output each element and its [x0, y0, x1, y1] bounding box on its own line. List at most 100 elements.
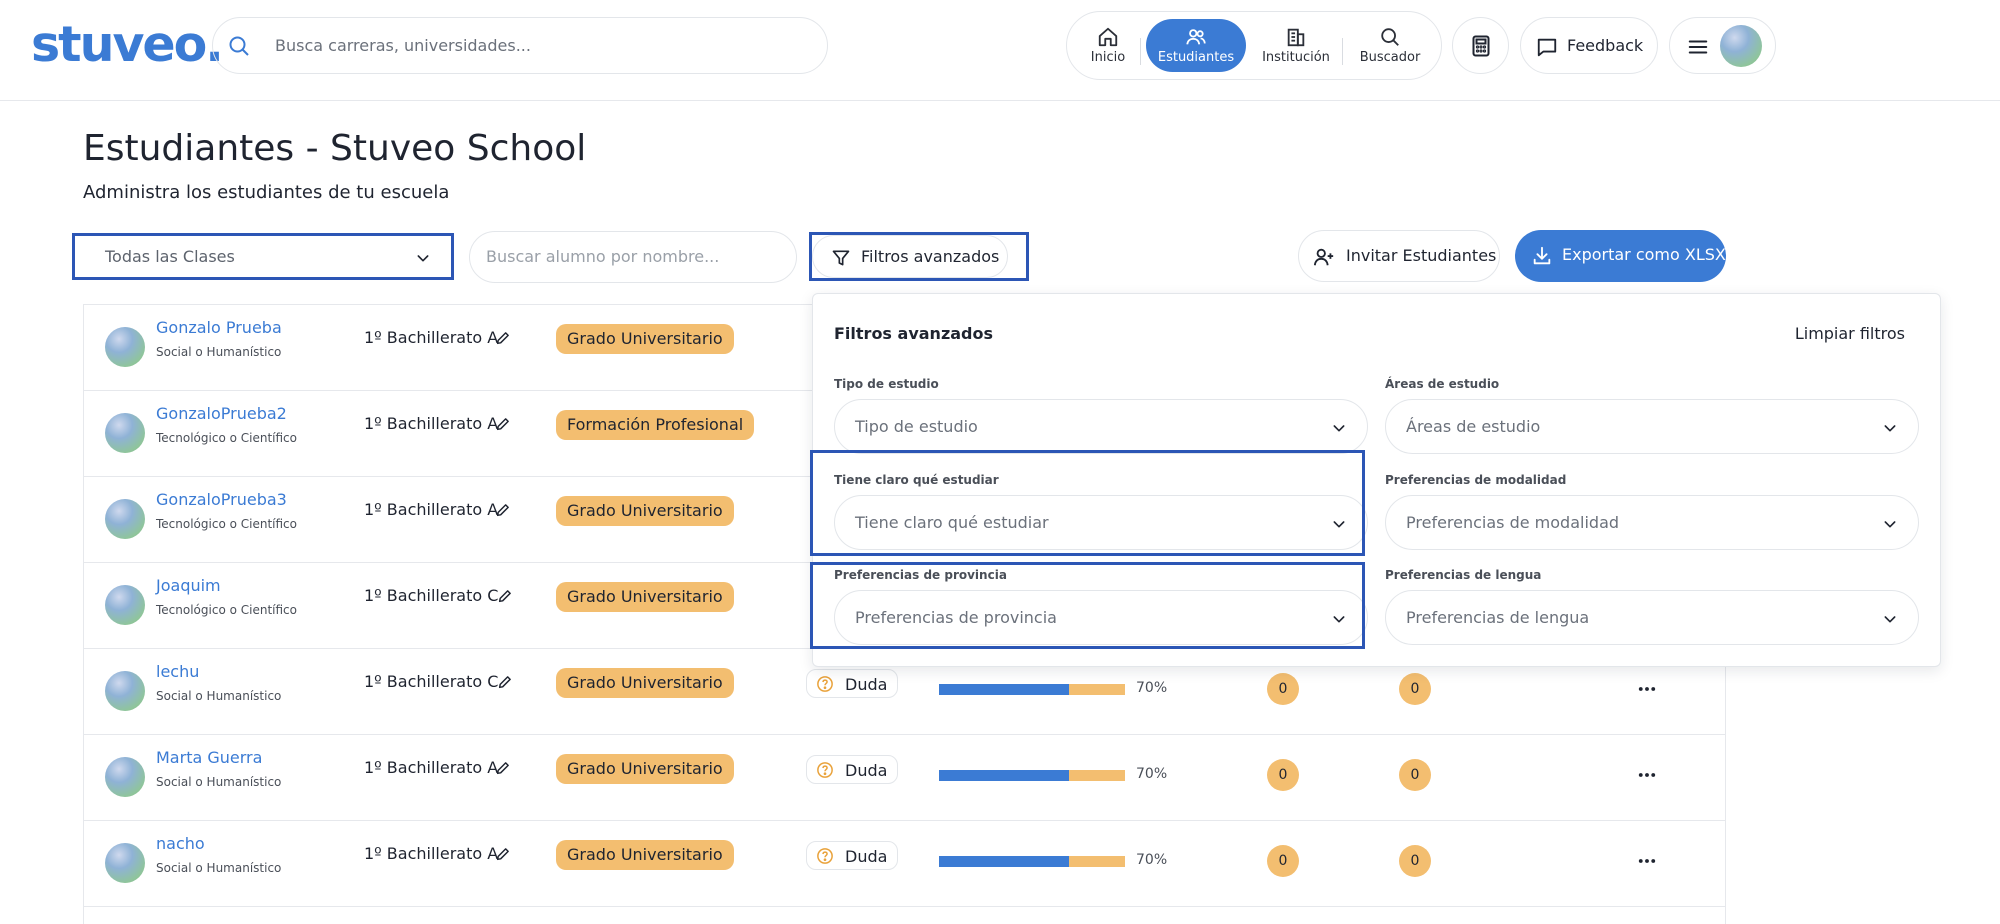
nav-divider [1342, 38, 1343, 65]
edit-class-pencil-icon[interactable] [495, 760, 511, 776]
student-avatar [105, 413, 145, 453]
edit-class-pencil-icon[interactable] [495, 846, 511, 862]
student-branch: Tecnológico o Científico [156, 603, 297, 617]
student-name-link[interactable]: Marta Guerra [156, 748, 262, 767]
modality-filter-label: Preferencias de modalidad [1385, 473, 1567, 487]
study-areas-filter-placeholder: Áreas de estudio [1406, 417, 1541, 436]
page-subtitle: Administra los estudiantes de tu escuela [83, 182, 450, 203]
user-avatar [1720, 25, 1762, 67]
student-name-link[interactable]: GonzaloPrueba2 [156, 404, 287, 423]
student-search-input[interactable]: Buscar alumno por nombre... [469, 231, 797, 283]
invite-students-button[interactable]: Invitar Estudiantes [1298, 230, 1500, 282]
building-icon [1250, 26, 1342, 48]
study-type-badge: Grado Universitario [556, 668, 734, 698]
language-filter-placeholder: Preferencias de lengua [1406, 608, 1590, 627]
study-type-badge: Grado Universitario [556, 840, 734, 870]
student-class: 1º Bachillerato A [364, 844, 499, 863]
student-avatar [105, 843, 145, 883]
global-search-placeholder: Busca carreras, universidades... [275, 36, 531, 55]
study-type-badge: Grado Universitario [556, 754, 734, 784]
student-name-link[interactable]: GonzaloPrueba3 [156, 490, 287, 509]
modality-filter-select[interactable]: Preferencias de modalidad [1385, 495, 1919, 550]
progress-bar-fill [939, 856, 1070, 867]
student-name-link[interactable]: Gonzalo Prueba [156, 318, 282, 337]
count-badge: 0 [1267, 845, 1299, 877]
count-badge: 0 [1399, 845, 1431, 877]
progress-bar [939, 770, 1125, 781]
user-menu-button[interactable] [1669, 17, 1776, 74]
count-badge: 0 [1399, 759, 1431, 791]
nav-institucion[interactable]: Institución [1250, 19, 1342, 72]
student-avatar [105, 671, 145, 711]
nav-inicio-label: Inicio [1090, 50, 1126, 65]
class-select[interactable]: Todas las Clases [72, 233, 454, 280]
student-branch: Social o Humanístico [156, 345, 282, 359]
student-name-link[interactable]: lechu [156, 662, 199, 681]
modality-filter-placeholder: Preferencias de modalidad [1406, 513, 1620, 532]
more-options-icon[interactable] [1637, 851, 1657, 871]
edit-class-pencil-icon[interactable] [495, 330, 511, 346]
nav-inicio[interactable]: Inicio [1080, 19, 1136, 72]
calculator-icon [1453, 34, 1508, 58]
count-badge: 0 [1267, 759, 1299, 791]
progress-percent: 70% [1136, 766, 1168, 782]
student-branch: Social o Humanístico [156, 775, 282, 789]
clear-filters-button[interactable]: Limpiar filtros [1795, 324, 1905, 343]
class-select-value: Todas las Clases [105, 247, 235, 266]
progress-percent: 70% [1136, 680, 1168, 696]
advanced-filters-button[interactable]: Filtros avanzados [809, 232, 1029, 281]
student-name-link[interactable]: nacho [156, 834, 205, 853]
study-type-badge: Formación Profesional [556, 410, 755, 440]
student-name-link[interactable]: Joaquim [156, 576, 221, 595]
search-icon [1348, 26, 1432, 48]
page-title: Estudiantes - Stuveo School [83, 128, 587, 169]
study-type-badge: Grado Universitario [556, 582, 734, 612]
nav-buscador[interactable]: Buscador [1348, 19, 1432, 72]
feedback-button[interactable]: Feedback [1520, 17, 1658, 74]
nav-estudiantes[interactable]: Estudiantes [1146, 19, 1246, 72]
edit-class-pencil-icon[interactable] [497, 674, 513, 690]
calculator-button[interactable] [1452, 17, 1509, 74]
student-avatar [105, 585, 145, 625]
student-class: 1º Bachillerato A [364, 500, 499, 519]
users-icon [1146, 26, 1246, 48]
table-row[interactable]: nacho Social o Humanístico 1º Bachillera… [84, 821, 1725, 907]
study-type-badge: Grado Universitario [556, 324, 734, 354]
export-xlsx-button[interactable]: Exportar como XLSX [1515, 230, 1726, 282]
study-areas-filter-select[interactable]: Áreas de estudio [1385, 399, 1919, 454]
study-type-filter-select[interactable]: Tipo de estudio [834, 399, 1368, 454]
export-xlsx-label: Exportar como XLSX [1562, 245, 1726, 264]
progress-bar-fill [939, 684, 1070, 695]
decision-status-label: Duda [845, 761, 888, 780]
advanced-filters-pill: Filtros avanzados [812, 235, 1008, 278]
student-branch: Social o Humanístico [156, 861, 282, 875]
edit-class-pencil-icon[interactable] [495, 416, 511, 432]
main-nav: Inicio Estudiantes Institución Buscador [1066, 11, 1442, 80]
advanced-filters-label: Filtros avanzados [861, 247, 1000, 266]
advanced-filters-panel: Filtros avanzados Limpiar filtros Tipo d… [810, 293, 1941, 667]
table-row[interactable]: Marta Guerra Social o Humanístico 1º Bac… [84, 735, 1725, 821]
progress-bar [939, 684, 1125, 695]
stuveo-logo[interactable]: stuveo. [31, 16, 224, 73]
student-avatar [105, 499, 145, 539]
edit-class-pencil-icon[interactable] [495, 502, 511, 518]
search-icon [227, 34, 251, 58]
more-options-icon[interactable] [1637, 679, 1657, 699]
global-search-input[interactable]: Busca carreras, universidades... [212, 17, 828, 74]
study-areas-filter-label: Áreas de estudio [1385, 377, 1500, 391]
more-options-icon[interactable] [1637, 765, 1657, 785]
language-filter-select[interactable]: Preferencias de lengua [1385, 590, 1919, 645]
home-icon [1080, 26, 1136, 48]
nav-buscador-label: Buscador [1359, 50, 1421, 65]
feedback-label: Feedback [1567, 36, 1644, 55]
student-class: 1º Bachillerato A [364, 414, 499, 433]
highlight-box [810, 450, 1365, 556]
edit-class-pencil-icon[interactable] [497, 588, 513, 604]
progress-bar-fill [939, 770, 1070, 781]
student-class: 1º Bachillerato C [364, 586, 499, 605]
study-type-filter-label: Tipo de estudio [834, 377, 939, 391]
study-type-filter-placeholder: Tipo de estudio [855, 417, 978, 436]
decision-status-chip: Duda [806, 755, 898, 784]
student-branch: Tecnológico o Científico [156, 517, 297, 531]
highlight-box [810, 562, 1365, 649]
